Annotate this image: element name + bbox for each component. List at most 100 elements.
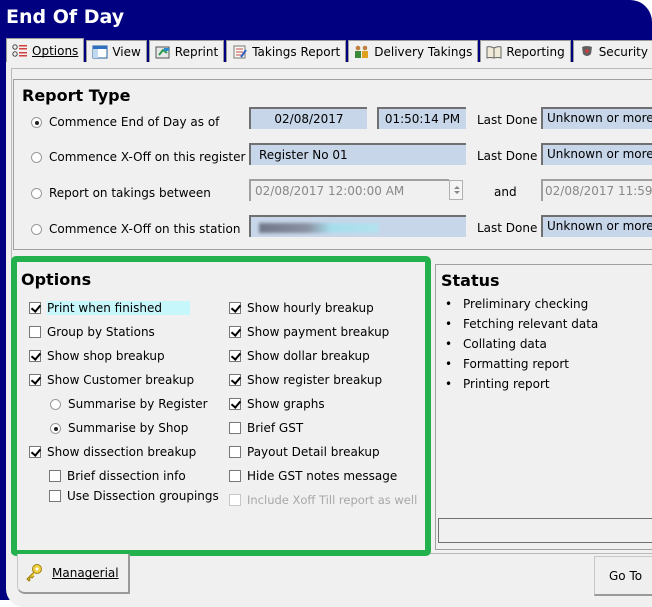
radio-takings-between[interactable]: Report on takings between [31,184,211,202]
options-title: Options [21,270,92,289]
radio-commence-eod[interactable]: Commence End of Day as of [31,113,219,131]
radio-label: Commence X-Off on this station [49,222,241,236]
radio-button[interactable] [31,151,42,163]
radio-button[interactable] [31,187,42,199]
tab-view[interactable]: View [86,40,147,62]
radio-summarise-by-shop[interactable]: Summarise by Shop [50,419,188,437]
bullet-icon: • [445,377,453,391]
tab-delivery-takings-label: Delivery Takings [374,44,473,59]
managerial-label: Managerial [52,566,119,580]
bullet-icon: • [445,317,453,331]
checkbox[interactable] [29,446,41,458]
last-done-register-field: Unknown or more [541,143,652,165]
checkbox[interactable] [29,350,41,362]
checkbox[interactable] [229,446,241,458]
checkbox[interactable] [229,326,241,338]
radio-button[interactable] [50,422,61,434]
radio-xoff-station[interactable]: Commence X-Off on this station [31,220,240,238]
checkbox-label: Show dissection breakup [47,445,197,459]
radio-button[interactable] [50,398,61,410]
last-done-eod-field: Unknown or more [541,107,652,129]
checkbox[interactable] [29,326,41,338]
checkbox[interactable] [229,302,241,314]
chk-show-shop-breakup[interactable]: Show shop breakup [29,347,165,365]
chk-show-graphs[interactable]: Show graphs [229,395,325,413]
tab-reporting[interactable]: Reporting [480,40,571,62]
radio-button[interactable] [31,223,42,235]
tab-security[interactable]: Security [572,40,652,62]
tab-options-label: Options [32,43,79,58]
chk-brief-dissection-info[interactable]: Brief dissection info [49,467,186,485]
radio-label: Commence X-Off on this register [49,150,246,164]
tab-reprint-label: Reprint [174,44,219,59]
checkbox-label: Group by Stations [47,325,155,339]
chk-hide-gst-notes[interactable]: Hide GST notes message [229,467,397,485]
checkbox-label: Show register breakup [247,373,383,387]
chk-show-dissection-breakup[interactable]: Show dissection breakup [29,443,196,461]
checkbox-label: Brief dissection info [67,469,186,483]
tab-takings-report-label: Takings Report [252,44,341,59]
last-done-label: Last Done [477,149,538,163]
checkbox-label: Show hourly breakup [247,301,374,315]
book-icon [486,45,502,59]
station-value-redacted [259,223,379,233]
chk-show-payment-breakup[interactable]: Show payment breakup [229,323,389,341]
people-icon [354,45,370,59]
status-steps: • Preliminary checking • Fetching relevant… [443,294,598,394]
between-end-field[interactable]: 02/08/2017 11:59 [541,179,652,201]
station-field[interactable] [249,215,466,237]
chk-show-dollar-breakup[interactable]: Show dollar breakup [229,347,370,365]
options-group: Options Print when finished Group by Sta… [11,256,431,556]
window-title: End Of Day [6,6,125,28]
between-start-field[interactable]: 02/08/2017 12:00:00 AM [249,179,449,201]
tab-takings-report[interactable]: Takings Report [226,40,347,62]
checkbox[interactable] [229,470,241,482]
checkbox-label: Brief GST [247,421,304,435]
checkbox[interactable] [229,398,241,410]
chk-show-customer-breakup[interactable]: Show Customer breakup [29,371,194,389]
checkbox-label: Print when finished [47,301,190,315]
radio-summarise-by-register[interactable]: Summarise by Register [50,395,208,413]
tab-view-label: View [112,44,141,59]
tab-reprint[interactable]: Reprint [148,40,225,62]
chk-use-dissection-groupings[interactable]: Use Dissection groupings [49,487,219,505]
radio-label: Summarise by Shop [68,421,189,435]
eod-time-field[interactable]: 01:50:14 PM [377,107,466,129]
checkbox[interactable] [229,422,241,434]
chk-payout-detail-breakup[interactable]: Payout Detail breakup [229,443,380,461]
tab-delivery-takings[interactable]: Delivery Takings [348,40,479,62]
register-field[interactable]: Register No 01 [249,143,466,165]
eod-date-field[interactable]: 02/08/2017 [249,107,367,129]
checkbox-label: Show dollar breakup [247,349,370,363]
chk-print-when-finished[interactable]: Print when finished [29,299,190,317]
chk-brief-gst[interactable]: Brief GST [229,419,303,437]
checkbox[interactable] [49,470,61,482]
between-start-spinner[interactable] [449,180,463,200]
chk-group-by-stations[interactable]: Group by Stations [29,323,155,341]
checkbox[interactable] [49,490,61,502]
and-label: and [494,185,517,199]
tab-options[interactable]: Options [6,38,85,62]
goto-button[interactable]: Go To [594,556,652,596]
shield-icon [579,45,595,59]
report-type-title: Report Type [22,86,131,105]
status-step: • Preliminary checking [445,297,589,311]
radio-label: Report on takings between [49,186,211,200]
managerial-button[interactable]: Managerial [17,554,130,594]
takings-report-icon [232,45,248,59]
last-done-label: Last Done [477,113,538,127]
checkbox[interactable] [229,374,241,386]
status-step: • Fetching relevant data [445,317,599,331]
checkbox-label: Show Customer breakup [47,373,195,387]
chk-show-register-breakup[interactable]: Show register breakup [229,371,382,389]
status-title: Status [441,271,500,290]
tab-reporting-label: Reporting [506,44,565,59]
checkbox[interactable] [229,350,241,362]
radio-xoff-register[interactable]: Commence X-Off on this register [31,148,245,166]
radio-label: Commence End of Day as of [49,115,220,129]
checkbox[interactable] [29,374,41,386]
checkbox-label: Payout Detail breakup [247,445,380,459]
checkbox[interactable] [29,302,41,314]
radio-button[interactable] [31,116,42,128]
chk-show-hourly-breakup[interactable]: Show hourly breakup [229,299,374,317]
